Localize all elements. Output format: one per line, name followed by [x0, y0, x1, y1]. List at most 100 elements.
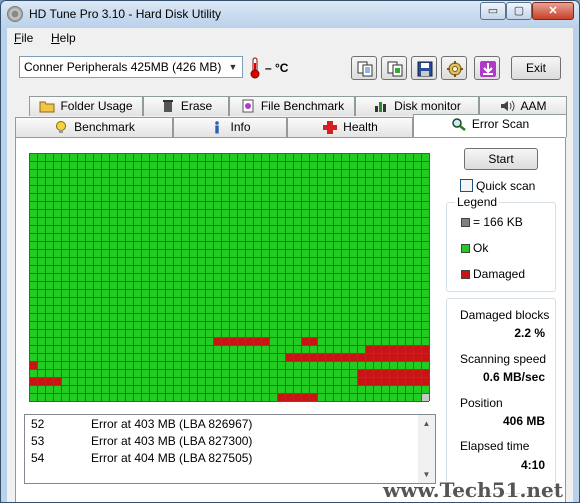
client-area: File Help Conner Peripherals 425MB (426 … — [7, 28, 573, 502]
start-button[interactable]: Start — [464, 148, 538, 170]
legend-block-size-label: = 166 KB — [473, 215, 523, 229]
damaged-blocks-value: 2.2 % — [514, 326, 545, 340]
menu-help-label: elp — [59, 31, 76, 45]
lightbulb-icon — [56, 121, 67, 133]
menu-help[interactable]: Help — [51, 31, 76, 45]
chevron-down-icon: ▼ — [228, 62, 238, 72]
legend-ok-label: Ok — [473, 241, 489, 255]
damaged-blocks-label: Damaged blocks — [460, 308, 550, 322]
elapsed-time-value: 4:10 — [520, 458, 545, 472]
tab-info-label: Info — [230, 120, 251, 134]
log-row[interactable]: 54 Error at 404 MB (LBA 827505) — [25, 451, 417, 468]
scanning-speed-value: 0.6 MB/sec — [482, 370, 545, 384]
tab-info[interactable]: Info — [173, 117, 287, 137]
damaged-block — [29, 361, 37, 369]
position-label: Position — [460, 396, 503, 410]
log-row-number: 54 — [31, 451, 45, 465]
scroll-up-icon[interactable]: ▲ — [418, 415, 435, 432]
maximize-button[interactable]: ▢ — [506, 2, 532, 20]
log-row-message: Error at 404 MB (LBA 827505) — [91, 451, 253, 465]
scan-stats-box: Damaged blocks 2.2 % Scanning speed 0.6 … — [446, 298, 556, 494]
options-icon — [447, 61, 463, 77]
tab-health[interactable]: Health — [287, 117, 413, 137]
hdtune-app-icon — [7, 6, 23, 22]
tab-health-label: Health — [343, 120, 378, 134]
damaged-block — [357, 369, 429, 377]
file-benchmark-icon — [242, 99, 254, 113]
tab-file-benchmark-label: File Benchmark — [260, 99, 345, 113]
speaker-icon — [501, 100, 515, 112]
quick-scan-checkbox[interactable] — [460, 179, 473, 192]
tab-benchmark-label: Benchmark — [74, 120, 135, 134]
title-bar[interactable]: HD Tune Pro 3.10 - Hard Disk Utility ▭ ▢… — [1, 1, 579, 28]
tab-folder-usage-label: Folder Usage — [60, 99, 133, 113]
folder-icon — [39, 101, 55, 113]
legend-damaged: Damaged — [461, 267, 525, 281]
tab-erase-label: Erase — [180, 99, 213, 113]
drive-dropdown[interactable]: Conner Peripherals 425MB (426 MB) ▼ — [19, 56, 243, 78]
quick-scan-option[interactable]: Quick scan — [460, 179, 535, 193]
tab-erase[interactable]: Erase — [143, 96, 229, 116]
magnifier-icon — [452, 118, 466, 131]
quick-scan-label: Quick scan — [476, 179, 536, 193]
tab-error-scan-label: Error Scan — [471, 117, 530, 131]
legend-block-size: = 166 KB — [461, 215, 523, 229]
tab-folder-usage[interactable]: Folder Usage — [29, 96, 143, 116]
damaged-block — [277, 393, 317, 401]
thermometer-icon — [250, 57, 260, 79]
legend-ok: Ok — [461, 241, 488, 255]
window-title: HD Tune Pro 3.10 - Hard Disk Utility — [29, 7, 222, 21]
legend-ok-swatch — [461, 244, 470, 253]
copy-info-button[interactable] — [351, 56, 377, 80]
minimize-button[interactable]: ▭ — [480, 2, 506, 20]
tab-file-benchmark[interactable]: File Benchmark — [229, 96, 355, 116]
health-cross-icon — [323, 121, 338, 134]
bar-chart-icon — [375, 102, 387, 112]
block-map — [29, 153, 431, 404]
tab-disk-monitor[interactable]: Disk monitor — [355, 96, 479, 116]
app-window: HD Tune Pro 3.10 - Hard Disk Utility ▭ ▢… — [0, 0, 580, 503]
save-button[interactable] — [411, 56, 437, 80]
options-button[interactable] — [441, 56, 467, 80]
menu-help-accel: H — [51, 31, 60, 45]
legend-title: Legend — [455, 195, 500, 209]
trash-icon — [162, 100, 173, 112]
info-icon — [215, 121, 220, 134]
log-scrollbar[interactable]: ▲ ▼ — [418, 415, 435, 483]
legend-damaged-swatch — [461, 270, 470, 279]
tab-disk-monitor-label: Disk monitor — [394, 99, 461, 113]
error-log-list[interactable]: 52 Error at 403 MB (LBA 826967) 53 Error… — [24, 414, 436, 484]
tab-benchmark[interactable]: Benchmark — [15, 117, 173, 137]
save-icon — [417, 61, 433, 77]
legend-unused-swatch — [461, 218, 470, 227]
menu-file-label: ile — [21, 31, 34, 45]
elapsed-time-label: Elapsed time — [460, 439, 530, 453]
log-row[interactable]: 53 Error at 403 MB (LBA 827300) — [25, 434, 417, 451]
temperature-value: – °C — [265, 61, 289, 75]
log-row-message: Error at 403 MB (LBA 826967) — [91, 417, 253, 431]
log-row[interactable]: 52 Error at 403 MB (LBA 826967) — [25, 417, 417, 434]
log-row-number: 53 — [31, 434, 45, 448]
legend-damaged-label: Damaged — [473, 267, 526, 281]
drive-dropdown-value: Conner Peripherals 425MB (426 MB) — [24, 60, 222, 74]
exit-button[interactable]: Exit — [511, 56, 561, 80]
copy-info-icon — [357, 61, 373, 77]
log-row-number: 52 — [31, 417, 45, 431]
block-map-grid — [29, 153, 430, 402]
position-value: 406 MB — [502, 414, 545, 428]
copy-screenshot-button[interactable] — [381, 56, 407, 80]
menu-bar: File Help — [7, 28, 573, 49]
error-scan-panel: Start Quick scan Legend = 166 KB Ok Dama… — [15, 137, 566, 502]
tab-error-scan[interactable]: Error Scan — [413, 114, 567, 137]
tab-aam[interactable]: AAM — [479, 96, 567, 116]
menu-file[interactable]: File — [14, 31, 33, 45]
download-button[interactable] — [474, 56, 500, 80]
copy-screenshot-icon — [387, 61, 403, 77]
download-icon — [480, 61, 496, 77]
damaged-block — [357, 377, 429, 385]
log-row-message: Error at 403 MB (LBA 827300) — [91, 434, 253, 448]
scanning-speed-label: Scanning speed — [460, 352, 547, 366]
watermark: www.Tech51.net — [383, 478, 563, 502]
close-button[interactable]: ✕ — [532, 2, 574, 20]
tab-aam-label: AAM — [520, 99, 547, 113]
